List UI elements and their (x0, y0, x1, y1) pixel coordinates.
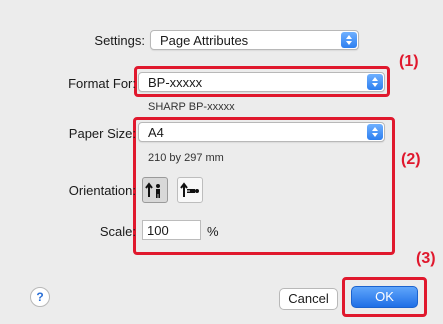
landscape-orientation-icon (180, 182, 199, 197)
portrait-orientation-icon (145, 182, 160, 198)
paper-size-value: A4 (148, 125, 164, 140)
landscape-orientation-button[interactable] (177, 177, 203, 203)
paper-size-label: Paper Size: (68, 126, 136, 141)
stepper-icon (341, 32, 357, 48)
settings-popup[interactable]: Page Attributes (150, 30, 359, 50)
portrait-orientation-button[interactable] (142, 177, 168, 203)
stepper-icon (367, 74, 383, 90)
callout-2: (2) (401, 151, 421, 168)
printer-name: SHARP BP-xxxxx (148, 101, 235, 113)
format-for-popup[interactable]: BP-xxxxx (138, 72, 385, 92)
settings-label: Settings: (94, 33, 145, 48)
paper-size-popup[interactable]: A4 (138, 122, 385, 142)
scale-input[interactable]: 100 (142, 220, 201, 240)
ok-button[interactable]: OK (351, 286, 418, 308)
scale-label: Scale: (99, 224, 136, 239)
callout-1: (1) (399, 53, 419, 70)
settings-value: Page Attributes (160, 33, 249, 48)
format-for-label: Format For: (68, 76, 136, 91)
scale-unit: % (207, 224, 219, 239)
format-for-value: BP-xxxxx (148, 75, 203, 90)
page-setup-dialog: { "settings": { "label": "Settings:", "v… (0, 0, 443, 324)
orientation-label: Orientation: (68, 183, 136, 198)
help-icon[interactable]: ? (30, 287, 50, 307)
callout-3: (3) (416, 250, 436, 267)
paper-dimensions: 210 by 297 mm (148, 152, 224, 164)
stepper-icon (367, 124, 383, 140)
cancel-button[interactable]: Cancel (279, 288, 338, 310)
